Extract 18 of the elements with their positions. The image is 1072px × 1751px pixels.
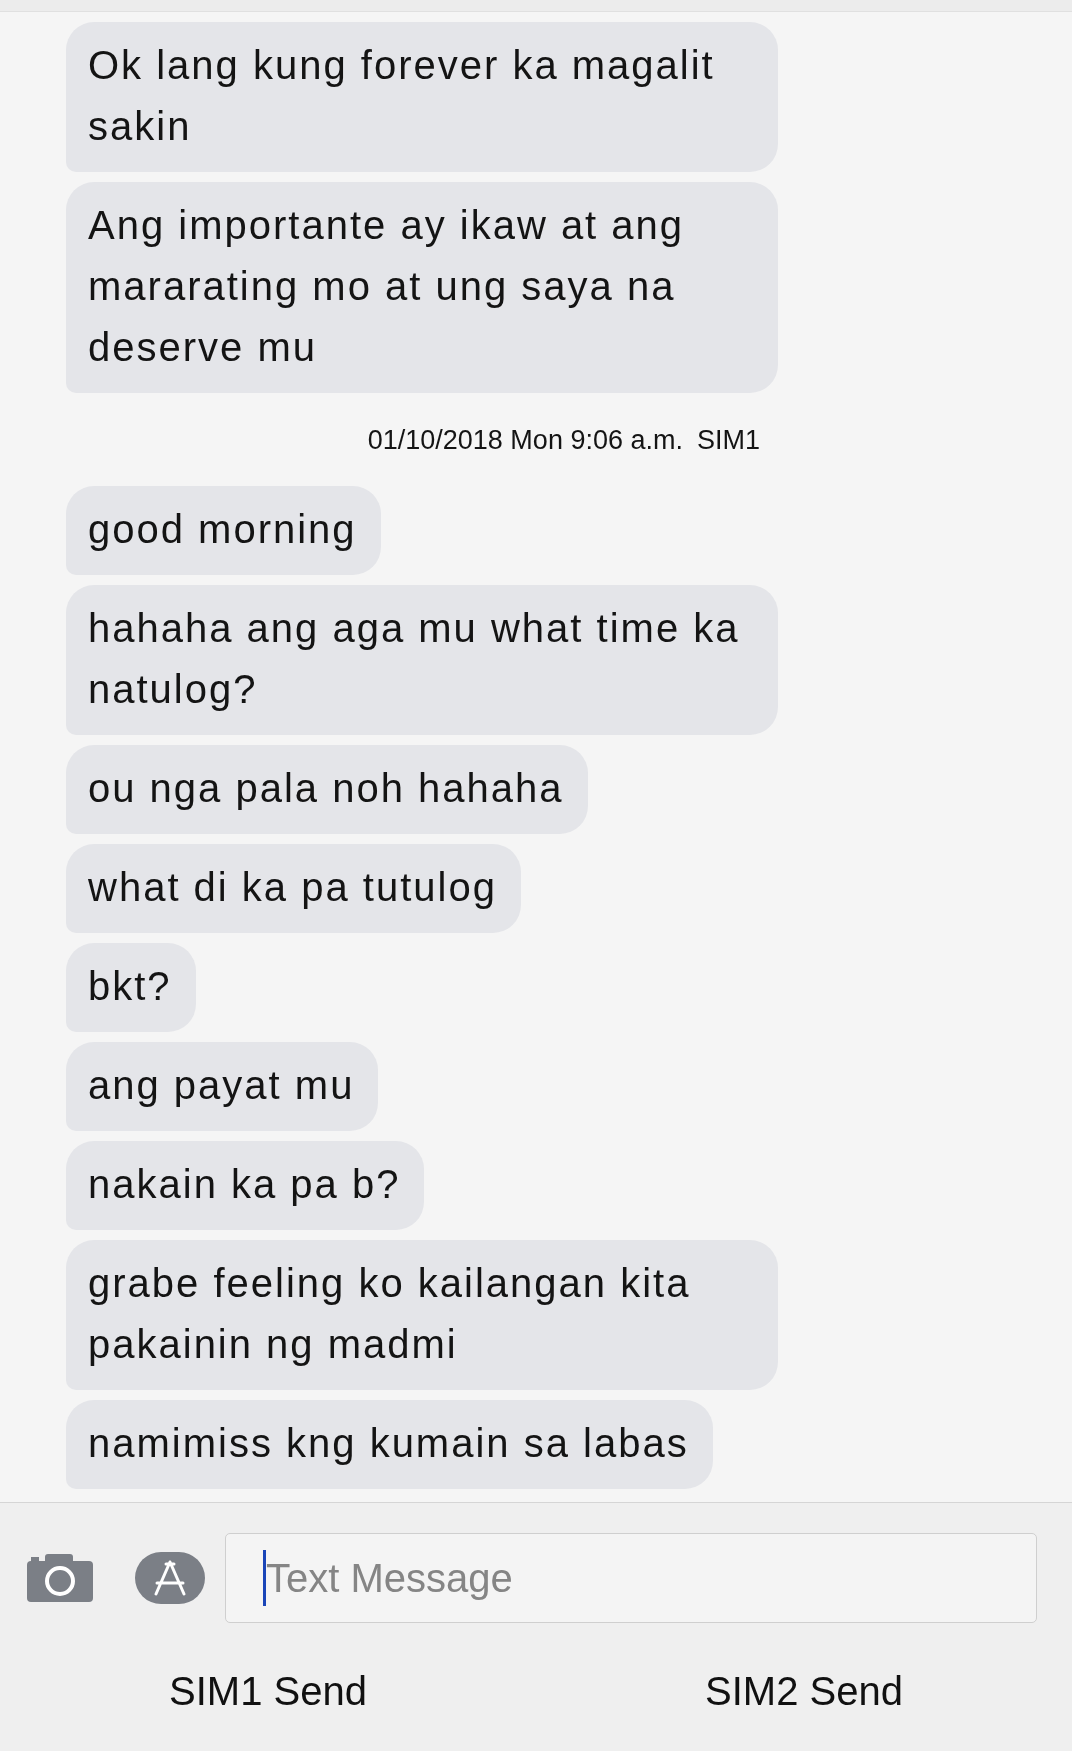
app-store-icon[interactable]	[135, 1552, 205, 1604]
message-bubble: Ok lang kung forever ka magalit sakin	[66, 22, 778, 172]
message-bubble: namimiss kng kumain sa labas	[66, 1400, 713, 1489]
message-bubble: ang payat mu	[66, 1042, 379, 1131]
message-bubble: what di ka pa tutulog	[66, 844, 521, 933]
sim-label: SIM1	[696, 425, 760, 456]
message-bubble: ou nga pala noh hahaha	[66, 745, 588, 834]
message-bubble: grabe feeling ko kailangan kita pakainin ng madmi	[66, 1240, 778, 1390]
message-timestamp: 01/10/2018 Mon 9:06 a.m.	[367, 425, 683, 456]
message-input-field[interactable]: Text Message	[225, 1533, 1037, 1623]
send-button[interactable]: SIM1 Send	[0, 1659, 536, 1724]
camera-icon[interactable]	[27, 1554, 93, 1602]
message-bubble: Ang importante ay ikaw at ang mararating mo at ung saya na deserve mu	[66, 182, 778, 393]
message-bubble: good morning	[66, 486, 381, 575]
message-bubble: bkt?	[66, 943, 196, 1032]
send-button[interactable]: SIM2 Send	[536, 1659, 1072, 1724]
message-bubble: nakain ka pa b?	[66, 1141, 425, 1230]
message-bubble: hahaha ang aga mu what time ka natulog?	[66, 585, 778, 735]
